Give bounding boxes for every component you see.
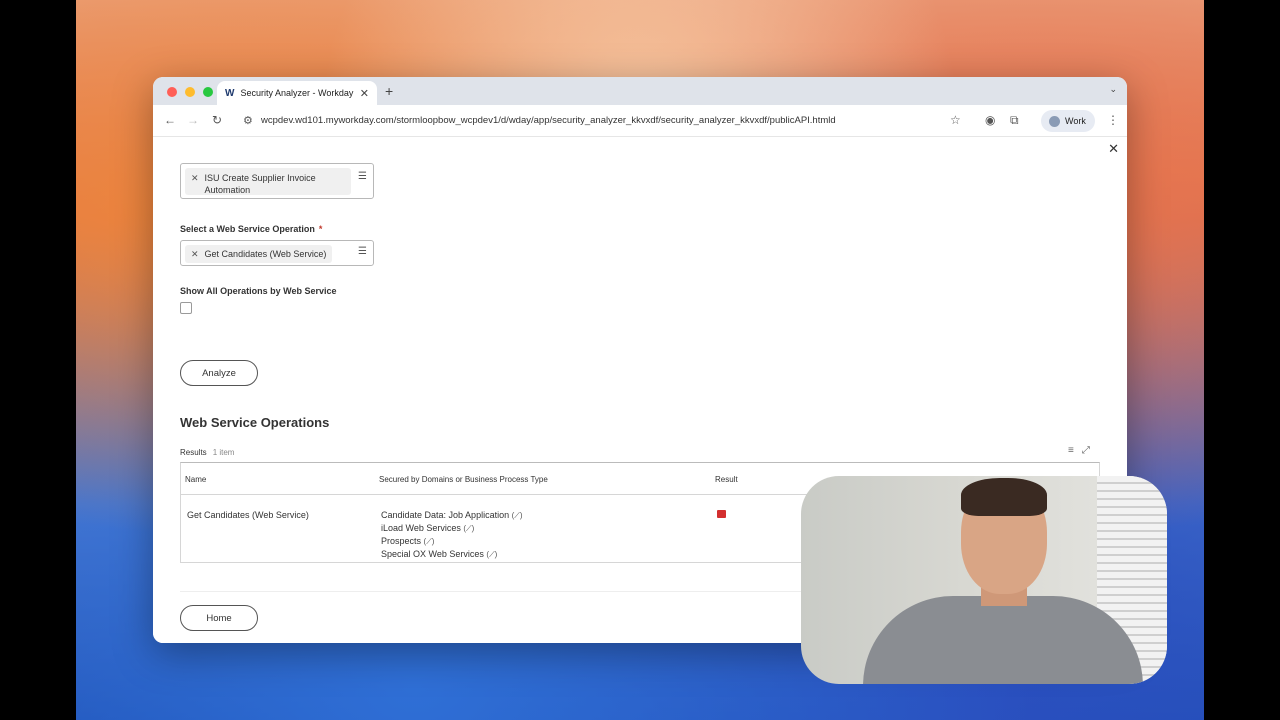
analyze-button[interactable]: Analyze bbox=[180, 360, 258, 386]
browser-toolbar: ← → ↻ ⚙ wcpdev.wd101.myworkday.com/storm… bbox=[153, 105, 1127, 137]
domain-item[interactable]: Candidate Data: Job Application (⟋) bbox=[381, 509, 523, 522]
remove-selection-icon[interactable]: ✕ bbox=[191, 248, 199, 260]
table-tools: ≡ ⤢ bbox=[1068, 445, 1090, 456]
profile-button[interactable]: Work bbox=[1041, 110, 1095, 132]
isu-prompt-field[interactable]: ✕ ISU Create Supplier Invoice Automation… bbox=[180, 163, 374, 199]
operation-value-text: Get Candidates (Web Service) bbox=[204, 249, 327, 259]
results-label: Results bbox=[180, 448, 207, 457]
isu-value-line-2: Automation bbox=[204, 185, 251, 195]
minimize-window-button[interactable] bbox=[185, 87, 195, 97]
avatar bbox=[1049, 115, 1060, 127]
tab-search-chevron-icon[interactable]: ⌄ bbox=[1109, 84, 1117, 95]
domain-label: Candidate Data: Job Application bbox=[381, 510, 510, 520]
remove-selection-icon[interactable]: ✕ bbox=[191, 172, 199, 184]
webcam-overlay bbox=[801, 476, 1167, 684]
edit-icon[interactable]: (⟋) bbox=[463, 524, 474, 533]
required-marker: * bbox=[318, 224, 323, 234]
web-service-operation-label-text: Select a Web Service Operation bbox=[180, 224, 315, 234]
close-window-button[interactable] bbox=[167, 87, 177, 97]
tab-title: Security Analyzer - Workday bbox=[240, 88, 354, 98]
extensions-puzzle-icon[interactable]: ⧉ bbox=[1010, 113, 1019, 128]
web-service-operation-label: Select a Web Service Operation * bbox=[180, 224, 322, 234]
close-icon[interactable]: ✕ bbox=[1108, 141, 1119, 157]
isu-value-line-1: ISU Create Supplier Invoice bbox=[204, 173, 316, 183]
tab-bar: W Security Analyzer - Workday ✕ + ⌄ bbox=[153, 77, 1127, 105]
window-controls bbox=[167, 87, 213, 97]
results-header: Results 1 item bbox=[180, 448, 234, 457]
domain-item[interactable]: Special OX Web Services (⟋) bbox=[381, 548, 523, 561]
show-all-checkbox[interactable] bbox=[180, 302, 192, 314]
password-manager-icon[interactable]: ◉ bbox=[985, 113, 995, 127]
web-service-operation-field[interactable]: ✕ Get Candidates (Web Service) ☰ bbox=[180, 240, 374, 266]
site-settings-icon[interactable]: ⚙ bbox=[243, 114, 253, 127]
edit-icon[interactable]: (⟋) bbox=[512, 511, 523, 520]
domain-label: Special OX Web Services bbox=[381, 549, 484, 559]
expand-icon[interactable]: ⤢ bbox=[1082, 445, 1090, 456]
results-count: 1 item bbox=[212, 448, 235, 457]
tab-security-analyzer[interactable]: W Security Analyzer - Workday ✕ bbox=[217, 81, 377, 105]
isu-selected-pill: ✕ ISU Create Supplier Invoice Automation bbox=[185, 168, 351, 195]
presenter-shirt bbox=[863, 596, 1143, 684]
domain-label: Prospects bbox=[381, 536, 422, 546]
reload-icon[interactable]: ↻ bbox=[212, 113, 222, 127]
row-name: Get Candidates (Web Service) bbox=[187, 510, 309, 520]
back-arrow-icon[interactable]: ← bbox=[164, 113, 176, 127]
column-header-domains[interactable]: Secured by Domains or Business Process T… bbox=[379, 475, 548, 484]
close-tab-icon[interactable]: ✕ bbox=[360, 87, 369, 100]
edit-icon[interactable]: (⟋) bbox=[486, 550, 497, 559]
home-button[interactable]: Home bbox=[180, 605, 258, 631]
isu-value-text: ISU Create Supplier Invoice Automation bbox=[205, 172, 316, 196]
column-header-name[interactable]: Name bbox=[185, 475, 206, 484]
maximize-window-button[interactable] bbox=[203, 87, 213, 97]
filter-icon[interactable]: ≡ bbox=[1068, 445, 1074, 456]
new-tab-icon[interactable]: + bbox=[385, 83, 393, 99]
address-bar[interactable]: wcpdev.wd101.myworkday.com/stormloopbow_… bbox=[261, 115, 836, 126]
more-menu-icon[interactable]: ⋮ bbox=[1107, 113, 1119, 127]
presenter-hair bbox=[961, 478, 1047, 516]
edit-icon[interactable]: (⟋) bbox=[424, 537, 435, 546]
bookmark-star-icon[interactable]: ☆ bbox=[950, 113, 961, 127]
domain-label: iLoad Web Services bbox=[381, 523, 461, 533]
show-all-label: Show All Operations by Web Service bbox=[180, 286, 337, 296]
profile-label: Work bbox=[1065, 116, 1086, 126]
domains-list: Candidate Data: Job Application (⟋) iLoa… bbox=[381, 509, 523, 561]
forward-arrow-icon[interactable]: → bbox=[187, 113, 199, 127]
column-header-result[interactable]: Result bbox=[715, 475, 738, 484]
section-title: Web Service Operations bbox=[180, 415, 330, 430]
prompt-list-icon[interactable]: ☰ bbox=[358, 171, 367, 182]
domain-item[interactable]: Prospects (⟋) bbox=[381, 535, 523, 548]
result-status-icon[interactable] bbox=[717, 510, 726, 518]
domain-item[interactable]: iLoad Web Services (⟋) bbox=[381, 522, 523, 535]
prompt-list-icon[interactable]: ☰ bbox=[358, 246, 367, 257]
workday-favicon-icon: W bbox=[225, 87, 235, 99]
operation-selected-pill: ✕ Get Candidates (Web Service) bbox=[185, 245, 333, 263]
